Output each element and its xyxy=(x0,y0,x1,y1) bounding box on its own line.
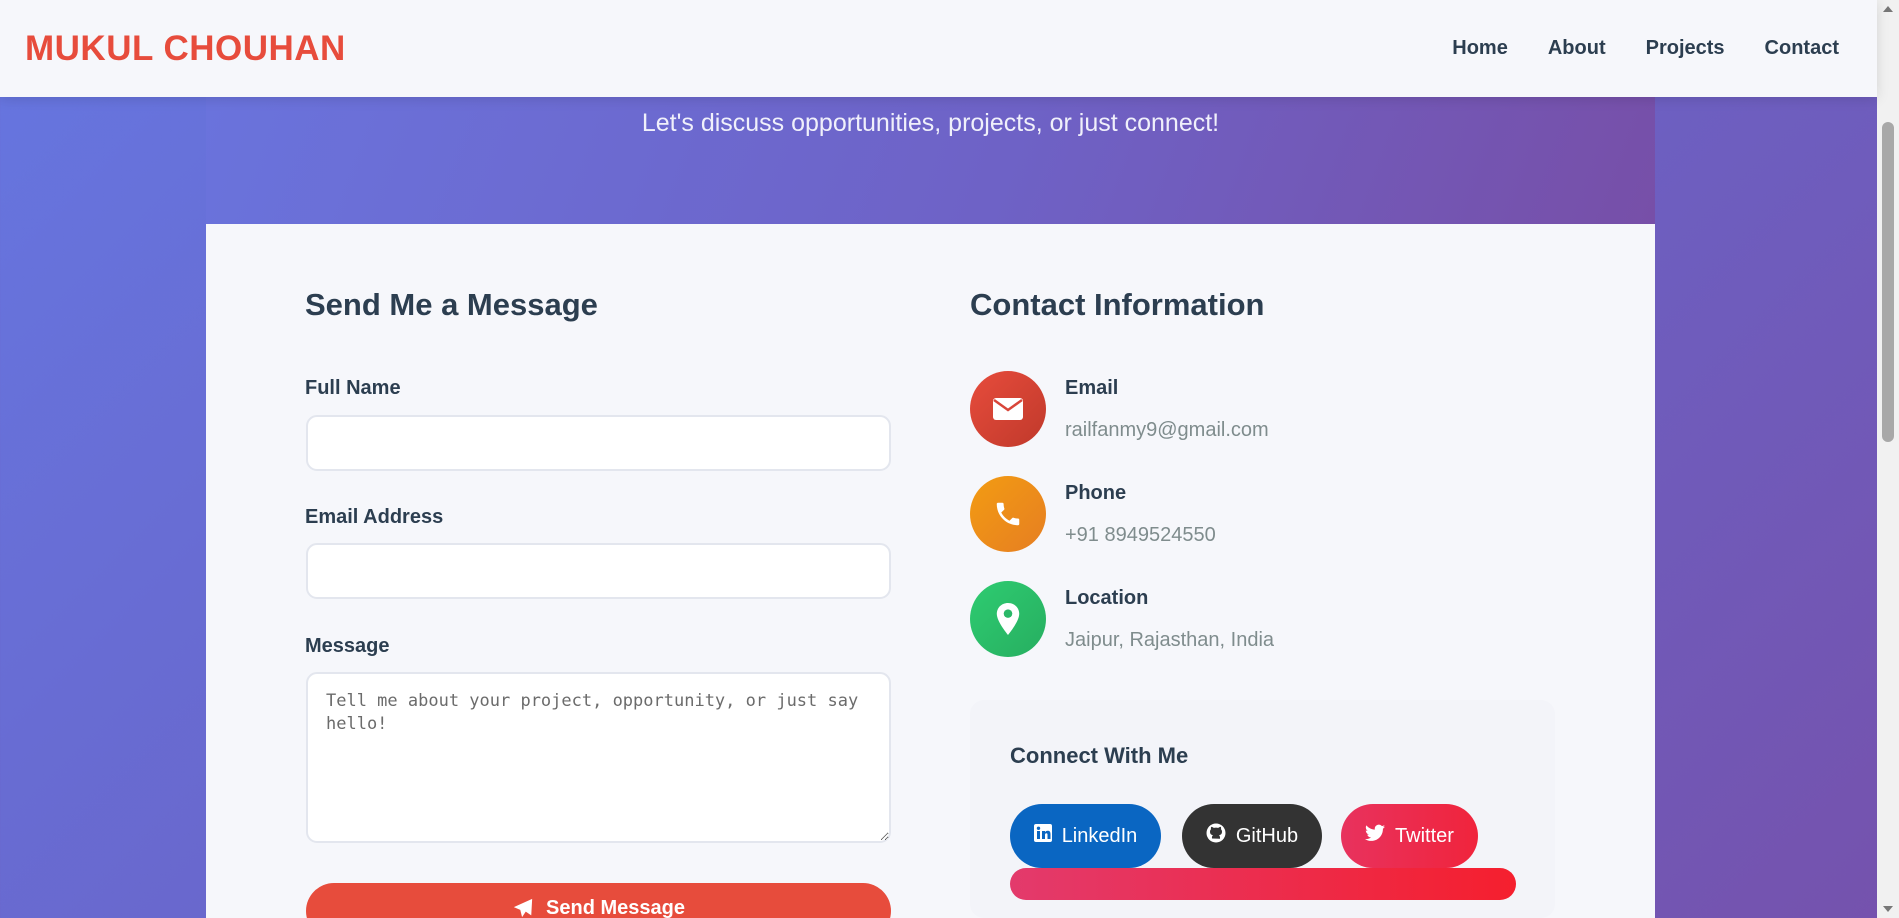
name-input[interactable] xyxy=(306,415,891,471)
nav-projects[interactable]: Projects xyxy=(1646,37,1725,60)
message-textarea[interactable] xyxy=(306,672,891,843)
send-message-button[interactable]: Send Message xyxy=(306,883,891,918)
phone-icon xyxy=(970,476,1046,552)
scroll-down-icon[interactable] xyxy=(1883,906,1893,912)
scrollbar-thumb[interactable] xyxy=(1882,122,1894,442)
message-label: Message xyxy=(305,635,390,657)
email-value[interactable]: railfanmy9@gmail.com xyxy=(1065,419,1269,442)
paper-plane-icon xyxy=(512,897,534,918)
linkedin-label: LinkedIn xyxy=(1061,824,1138,847)
map-pin-icon xyxy=(970,581,1046,657)
contact-phone: Phone +91 8949524550 xyxy=(970,476,1470,552)
contact-location: Location Jaipur, Rajasthan, India xyxy=(970,581,1470,657)
twitter-button[interactable]: Twitter xyxy=(1341,804,1478,868)
form-title: Send Me a Message xyxy=(305,287,598,322)
location-title: Location xyxy=(1065,587,1149,609)
brand-logo[interactable]: MUKUL CHOUHAN xyxy=(25,29,346,69)
envelope-icon xyxy=(970,371,1046,447)
nav-home[interactable]: Home xyxy=(1452,37,1508,60)
connect-title: Connect With Me xyxy=(1010,743,1189,768)
location-value: Jaipur, Rajasthan, India xyxy=(1065,629,1275,651)
contact-hero: Let's discuss opportunities, projects, o… xyxy=(206,97,1655,224)
nav-contact[interactable]: Contact xyxy=(1765,37,1839,60)
send-message-label: Send Message xyxy=(546,897,685,918)
nav-links: Home About Projects Contact xyxy=(1452,37,1839,60)
contact-email: Email railfanmy9@gmail.com xyxy=(970,371,1470,447)
hero-subtitle: Let's discuss opportunities, projects, o… xyxy=(641,109,1220,137)
twitter-label: Twitter xyxy=(1395,824,1454,847)
nav-about[interactable]: About xyxy=(1548,37,1606,60)
email-title: Email xyxy=(1065,377,1119,399)
github-label: GitHub xyxy=(1235,824,1299,847)
linkedin-button[interactable]: LinkedIn xyxy=(1010,804,1161,868)
scroll-up-icon[interactable] xyxy=(1883,6,1893,12)
twitter-icon xyxy=(1365,824,1386,848)
github-button[interactable]: GitHub xyxy=(1182,804,1322,868)
github-icon xyxy=(1206,823,1226,849)
contact-title: Contact Information xyxy=(970,287,1265,322)
navbar: MUKUL CHOUHAN Home About Projects Contac… xyxy=(0,0,1877,97)
email-label: Email Address xyxy=(305,506,444,528)
email-input[interactable] xyxy=(306,543,891,599)
linkedin-icon xyxy=(1033,824,1052,848)
phone-value[interactable]: +91 8949524550 xyxy=(1065,524,1216,547)
page-scrollbar[interactable] xyxy=(1877,0,1899,918)
decorative-bar xyxy=(1010,868,1516,900)
name-label: Full Name xyxy=(305,377,401,399)
phone-title: Phone xyxy=(1065,482,1127,504)
